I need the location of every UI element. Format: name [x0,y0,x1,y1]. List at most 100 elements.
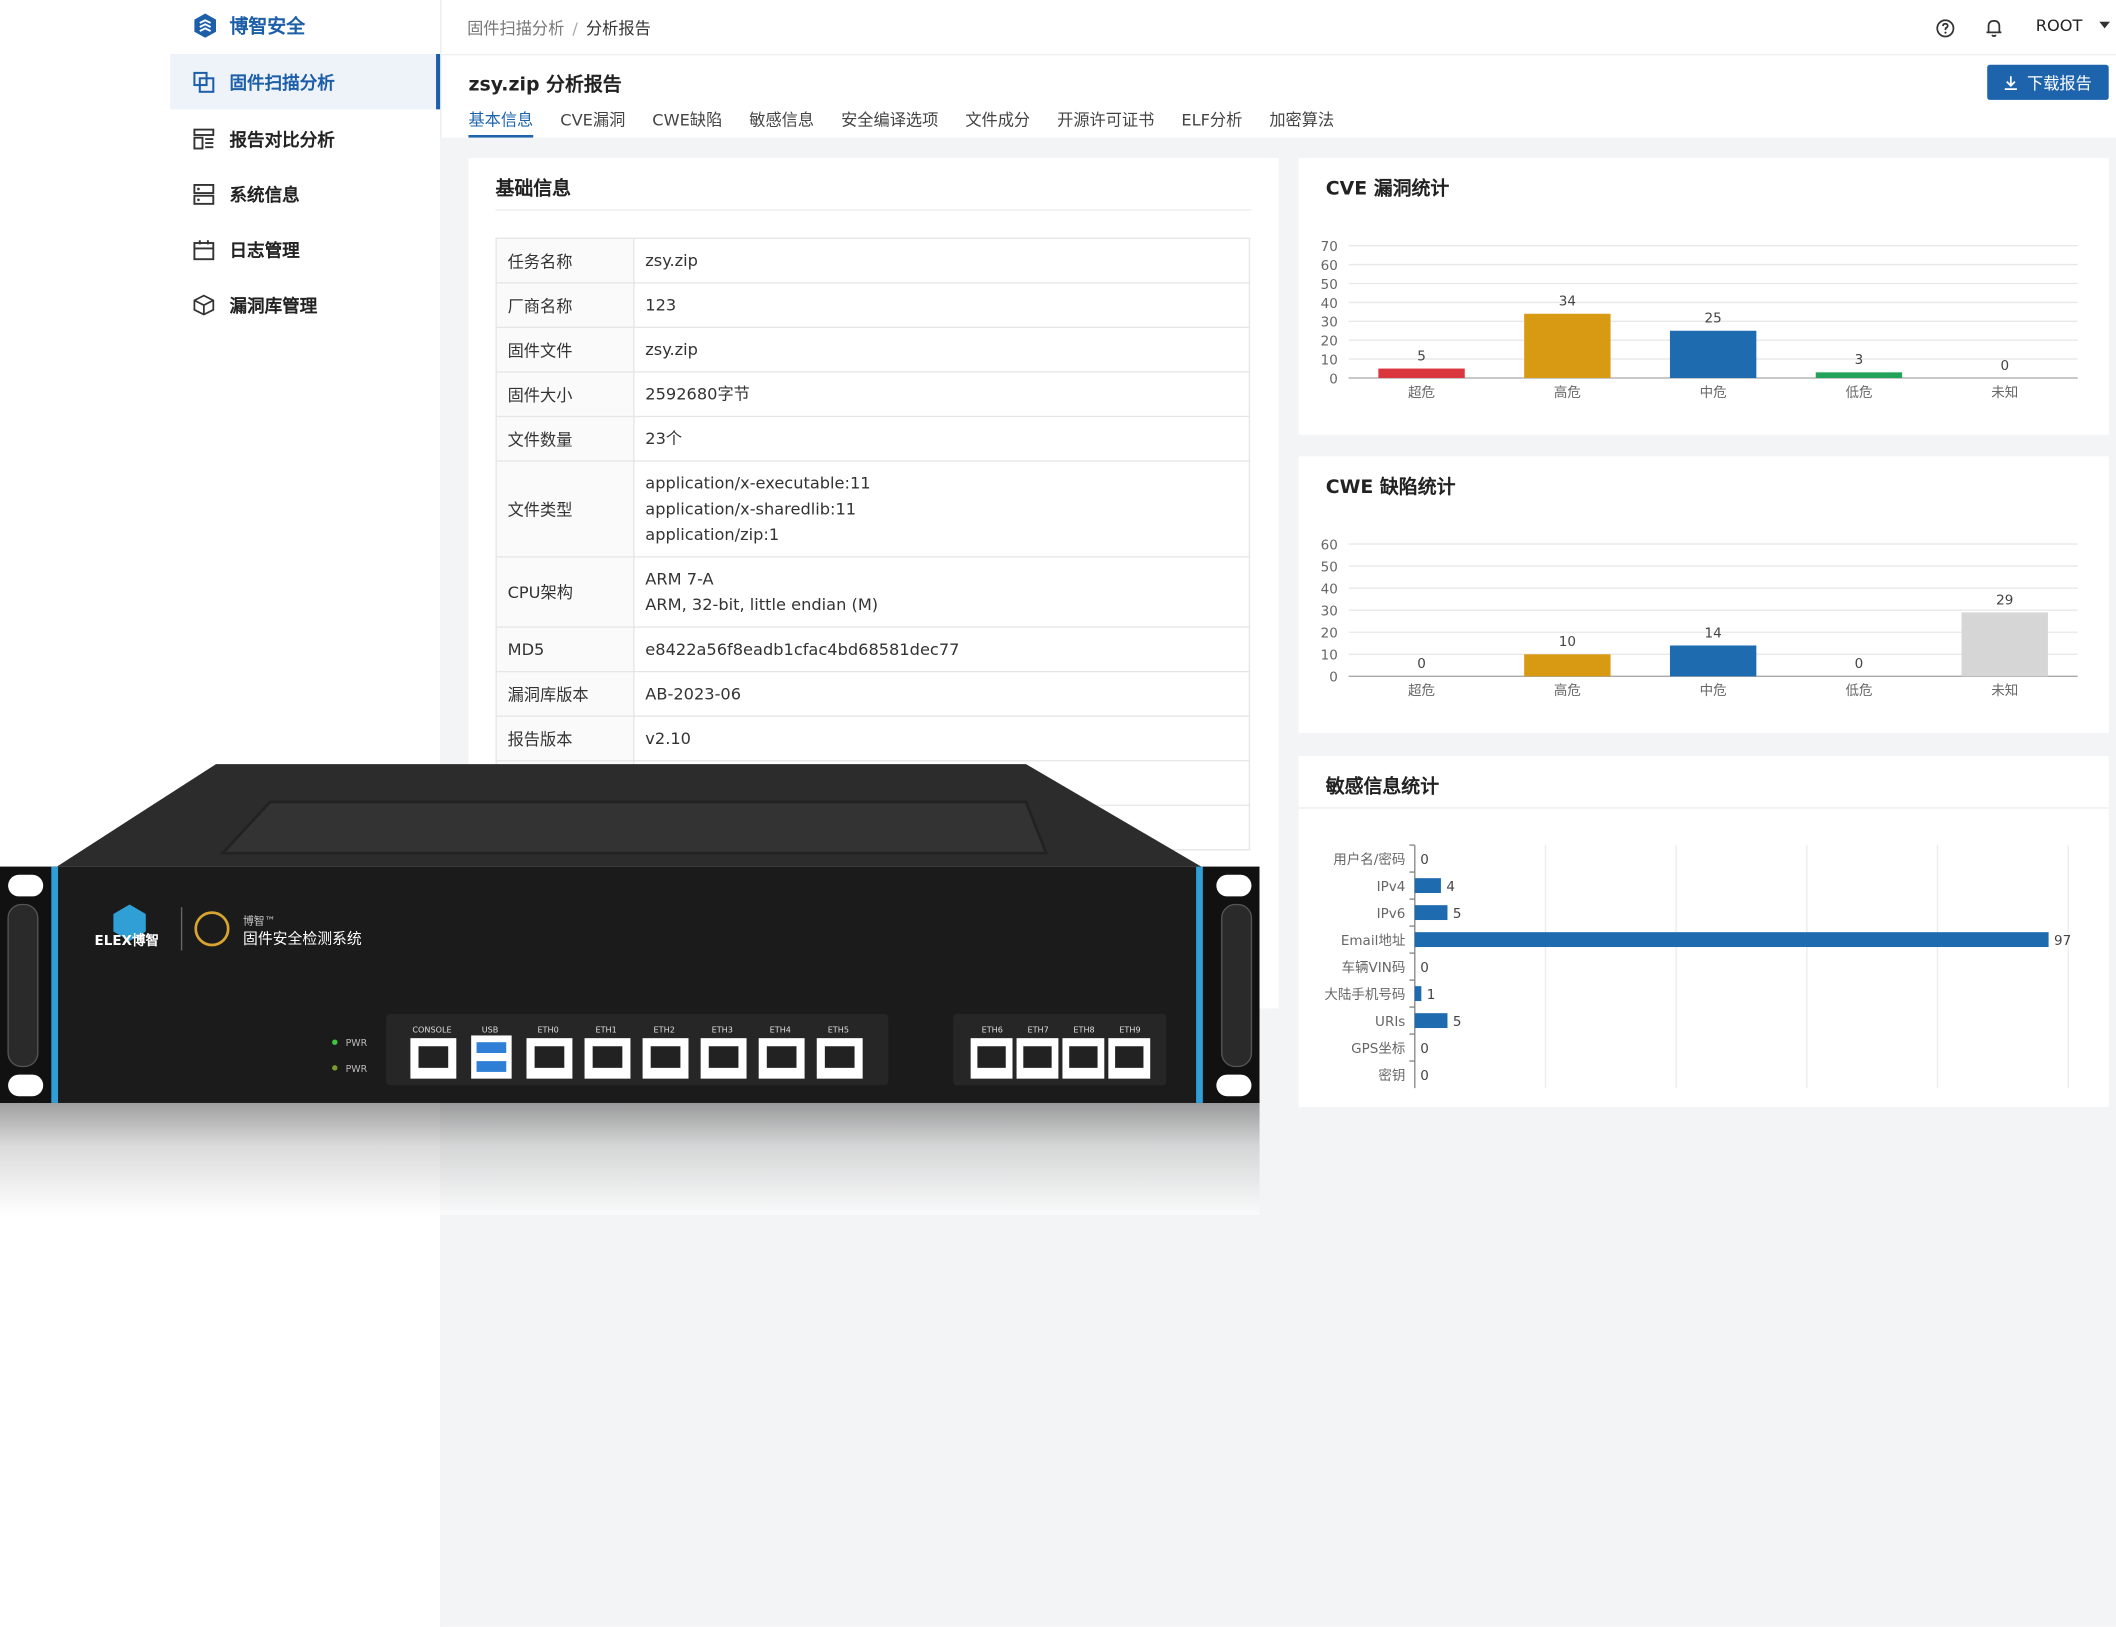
cube-database-icon [192,292,216,316]
bar[interactable] [1815,372,1903,378]
tab-elf-analysis[interactable]: ELF分析 [1181,108,1242,138]
tab-basic-info[interactable]: 基本信息 [468,108,534,138]
data-label: 0 [1420,1041,1429,1057]
x-tick-label: 低危 [1845,683,1872,699]
chart-title: 敏感信息统计 [1325,776,1440,798]
bar[interactable] [1524,654,1611,677]
chart-title: CWE 缺陷统计 [1325,476,1456,499]
app-name: 博智安全 [229,16,306,38]
port-label: CONSOLE [412,1025,451,1035]
tab-crypto[interactable]: 加密算法 [1269,108,1334,138]
bar[interactable] [1414,986,1422,1002]
brand-name: ELEX博智 [95,932,159,949]
tab-license[interactable]: 开源许可证书 [1057,108,1154,138]
value-line: ARM 7-A [645,569,714,588]
chart-title: CVE 漏洞统计 [1325,178,1450,200]
cwe-bar-chart: 0 10 20 30 40 50 60 0 超危 10 高危 14 中危 0 低危 29 未知 [1321,537,2078,699]
breadcrumb: 固件扫描分析 / 分析报告 [467,16,651,39]
rack-hole [1216,1074,1252,1097]
bar[interactable] [1414,878,1441,894]
sidebar-item-system-info[interactable]: 系统信息 [170,166,440,221]
copy-scan-icon [192,70,216,94]
usb-port [471,1035,512,1079]
port-socket [650,1046,681,1068]
row-value: AB-2023-06 [633,670,1251,717]
port-label: ETH5 [828,1025,849,1035]
breadcrumb-separator: / [572,18,578,38]
page-title: zsy.zip 分析报告 [468,74,622,96]
data-label: 14 [1705,625,1722,641]
bar[interactable] [1669,645,1757,677]
usb-slot [476,1061,507,1072]
y-tick-label: 20 [1321,334,1338,350]
port-label: ETH6 [982,1025,1003,1035]
basic-info-table: 任务名称 zsy.zip 厂商名称 123 固件文件 zsy.zip 固件大小 2592… [495,237,1251,851]
row-key: CPU架构 [495,556,635,628]
table-row: 文件类型 application/x-executable:11 applicati… [495,460,1251,558]
product-name: 固件安全检测系统 [243,930,362,948]
sidebar-item-log-management[interactable]: 日志管理 [170,221,440,276]
port-socket [708,1046,739,1068]
bar[interactable] [1961,612,2048,677]
y-tick-label: 大陆手机号码 [1324,987,1405,1003]
row-value: ARM 7-A ARM, 32-bit, little endian (M) [633,556,1251,628]
table-row: 报告版本 v2.10 [495,715,1251,762]
port-label: ETH8 [1073,1025,1094,1035]
sidebar-item-vuln-db[interactable]: 漏洞库管理 [170,277,440,332]
download-report-button[interactable]: 下载报告 [1987,64,2109,100]
table-row: 固件大小 2592680字节 [495,371,1251,418]
tab-compile-options[interactable]: 安全编译选项 [841,108,938,138]
bar[interactable] [1524,313,1611,378]
notification-bell-icon[interactable] [1985,18,2004,44]
table-row: 漏洞库版本 AB-2023-06 [495,670,1251,717]
bar[interactable] [1669,330,1757,378]
cve-chart-card: CVE 漏洞统计 0 10 20 30 40 50 60 70 5 超危 34 高危 25 中危 3 低危 0 未… [1298,157,2109,435]
data-label: 0 [1420,1068,1429,1084]
tab-file-composition[interactable]: 文件成分 [965,108,1030,138]
table-row: 厂商名称 123 [495,282,1251,329]
logo-divider [180,907,183,951]
breadcrumb-item[interactable]: 固件扫描分析 [467,19,564,38]
data-label: 0 [1417,656,1426,672]
bar[interactable] [1414,932,2049,948]
port-label: ETH3 [712,1025,733,1035]
rack-hole [1216,874,1252,897]
breadcrumb-current: 分析报告 [585,18,651,38]
user-menu[interactable]: ROOT [2036,16,2110,35]
app-logo[interactable]: 博智安全 [192,11,305,41]
sidebar-item-report-compare[interactable]: 报告对比分析 [170,111,440,166]
data-label: 0 [1420,852,1429,868]
cve-bar-chart: 0 10 20 30 40 50 60 70 5 超危 34 高危 25 中危 3 低危 0 未知 [1321,239,2078,401]
sidebar-item-label: 日志管理 [229,241,300,262]
port-label: ETH1 [596,1025,617,1035]
y-tick-label: 密钥 [1378,1067,1405,1084]
y-tick-label: URIs [1375,1014,1405,1030]
x-tick-label: 高危 [1554,384,1581,401]
data-label: 34 [1559,294,1576,310]
help-icon[interactable] [1936,18,1955,44]
tab-cwe[interactable]: CWE缺陷 [652,108,722,138]
led-label: PWR [346,1038,368,1049]
bar[interactable] [1414,905,1448,921]
data-label: 0 [1855,656,1864,672]
y-tick-label: 30 [1321,315,1338,331]
sidebar-item-label: 报告对比分析 [229,130,335,152]
sidebar-item-firmware-scan[interactable]: 固件扫描分析 [170,54,441,110]
calendar-log-icon [192,237,216,261]
data-label: 5 [1453,906,1462,922]
row-key: 报告版本 [495,715,635,762]
sidebar-item-label: 漏洞库管理 [229,297,318,318]
card-divider [1298,807,2109,809]
row-value: v2.10 [633,715,1251,762]
port-socket [1023,1046,1052,1068]
y-tick-label: 10 [1321,353,1338,369]
tab-cve[interactable]: CVE漏洞 [560,108,625,138]
port-panel-left [386,1013,889,1086]
value-line: application/x-executable:11 [645,473,871,493]
led-indicator [332,1039,338,1045]
bar[interactable] [1378,368,1465,378]
port-socket [1115,1046,1144,1068]
port-label: ETH7 [1028,1025,1049,1035]
bar[interactable] [1414,1013,1448,1029]
tab-sensitive-info[interactable]: 敏感信息 [749,108,814,138]
